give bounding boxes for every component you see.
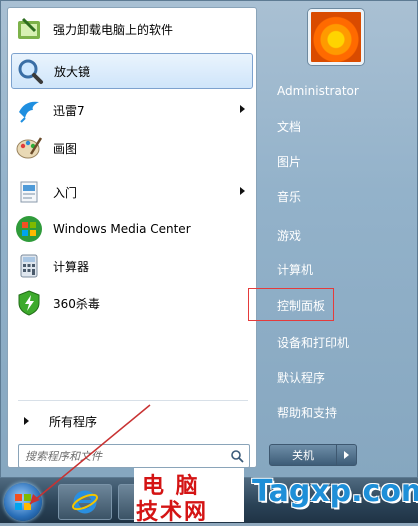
submenu-arrow-icon	[240, 105, 245, 113]
place-documents[interactable]: 文档	[269, 113, 369, 139]
program-getting-started[interactable]: 入门	[11, 174, 253, 210]
program-label: 360杀毒	[53, 296, 100, 311]
place-computer[interactable]: 计算机	[269, 256, 369, 282]
program-paint[interactable]: 画图	[11, 130, 253, 166]
highlight-box	[248, 288, 334, 321]
place-help-support[interactable]: 帮助和支持	[269, 399, 369, 425]
watermark-text: 技术网	[136, 499, 209, 525]
program-windows-media-center[interactable]: Windows Media Center	[11, 211, 253, 247]
place-music[interactable]: 音乐	[269, 183, 369, 209]
shield-icon	[13, 287, 45, 319]
place-games[interactable]: 游戏	[269, 222, 369, 248]
program-uninstaller[interactable]: 强力卸载电脑上的软件	[11, 11, 253, 47]
program-label: 计算器	[53, 259, 90, 274]
all-programs-label: 所有程序	[49, 414, 98, 429]
internet-explorer-icon	[72, 490, 98, 514]
windows-logo-icon	[13, 213, 45, 245]
program-thunder[interactable]: 迅雷7	[11, 92, 253, 128]
calculator-icon	[13, 250, 45, 282]
program-magnifier[interactable]: 放大镜	[11, 53, 253, 89]
watermark-text: Tagxp.com	[252, 474, 418, 509]
program-label: 迅雷7	[53, 103, 85, 118]
taskbar-ie-button[interactable]	[58, 484, 112, 520]
arrow-right-icon	[344, 451, 349, 459]
program-calculator[interactable]: 计算器	[11, 248, 253, 284]
search-icon[interactable]	[230, 449, 244, 463]
search-input[interactable]	[18, 444, 250, 468]
program-label: 强力卸载电脑上的软件	[53, 22, 174, 37]
submenu-arrow-icon	[240, 187, 245, 195]
search-box	[18, 444, 250, 470]
place-pictures[interactable]: 图片	[269, 148, 369, 174]
watermark-site: Tagxp.com	[246, 460, 418, 523]
program-label: Windows Media Center	[53, 222, 191, 236]
avatar[interactable]	[308, 9, 364, 65]
divider	[18, 400, 248, 401]
program-label: 放大镜	[54, 64, 91, 79]
start-button[interactable]	[4, 483, 42, 521]
expand-arrow-icon	[24, 417, 29, 425]
paint-palette-icon	[13, 132, 45, 164]
uninstaller-icon	[13, 13, 45, 45]
watermark-logo: 电 脑 技术网	[134, 468, 244, 525]
getting-started-icon	[13, 176, 45, 208]
windows-logo-icon	[15, 494, 31, 510]
all-programs-button[interactable]: 所有程序	[18, 408, 250, 434]
place-default-programs[interactable]: 默认程序	[269, 364, 369, 390]
place-devices-printers[interactable]: 设备和打印机	[269, 329, 369, 355]
start-menu: 强力卸载电脑上的软件 放大镜 迅雷7 画图 入门 Windows Media C…	[0, 0, 418, 478]
program-label: 画图	[53, 141, 78, 156]
program-360-antivirus[interactable]: 360杀毒	[11, 285, 253, 321]
place-user[interactable]: Administrator	[269, 78, 369, 104]
program-label: 入门	[53, 185, 78, 200]
magnifier-icon	[14, 55, 46, 87]
thunder-bird-icon	[13, 94, 45, 126]
programs-pane: 强力卸载电脑上的软件 放大镜 迅雷7 画图 入门 Windows Media C…	[7, 7, 257, 468]
